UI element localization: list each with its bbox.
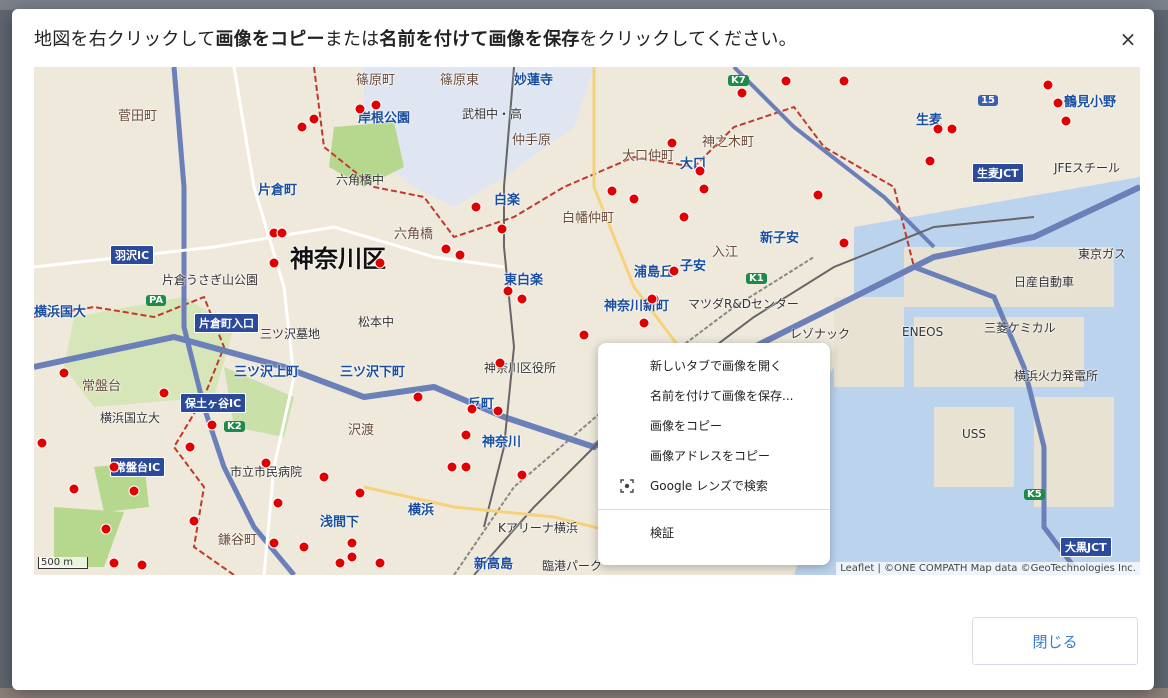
menu-item-label: 画像アドレスをコピー bbox=[650, 449, 771, 463]
context-menu: 新しいタブで画像を開く 名前を付けて画像を保存... 画像をコピー 画像アドレス… bbox=[598, 343, 830, 565]
map-label: Kアリーナ横浜 bbox=[498, 521, 578, 535]
district-label: 神奈川区 bbox=[290, 245, 386, 273]
map-label: 入江 bbox=[712, 245, 739, 260]
map-label: 日産自動車 bbox=[1014, 275, 1075, 289]
instruction-part: をクリックしてください。 bbox=[579, 29, 797, 50]
map-label: 新子安 bbox=[760, 231, 800, 246]
menu-separator bbox=[598, 509, 830, 510]
close-button[interactable]: 閉じる bbox=[972, 617, 1138, 665]
map-label: 六角橋中 bbox=[336, 173, 385, 187]
map-attribution[interactable]: Leaflet | ©ONE COMPATH Map data ©GeoTech… bbox=[836, 562, 1140, 575]
map-label: 常盤台 bbox=[82, 379, 122, 394]
map-label: 白幡仲町 bbox=[562, 211, 615, 226]
map-label: 三ツ沢墓地 bbox=[260, 327, 321, 341]
menu-item-label: 検証 bbox=[650, 526, 675, 540]
ic-badge: 羽沢IC bbox=[110, 245, 155, 265]
map-label: 横浜 bbox=[408, 503, 435, 518]
road-badge: 15 bbox=[978, 95, 998, 106]
map-label: 菅田町 bbox=[118, 109, 158, 124]
map-label: 妙蓮寺 bbox=[514, 73, 554, 88]
road-badge: K7 bbox=[728, 75, 749, 86]
map-label: 岸根公園 bbox=[358, 111, 411, 126]
menu-item-open-image-new-tab[interactable]: 新しいタブで画像を開く bbox=[598, 351, 830, 381]
map-label: マツダR&Dセンター bbox=[688, 297, 799, 311]
ic-badge: 片倉町入口 bbox=[194, 313, 259, 333]
map-label: 松本中 bbox=[358, 315, 395, 329]
map-label: 子安 bbox=[680, 259, 707, 274]
map-label: ENEOS bbox=[902, 325, 944, 339]
instruction-part: または bbox=[324, 29, 380, 50]
map-label: 横浜国大 bbox=[34, 305, 87, 320]
map-label: 鶴見小野 bbox=[1064, 95, 1117, 110]
menu-item-label: 新しいタブで画像を開く bbox=[650, 359, 783, 373]
map-label: 三ツ沢下町 bbox=[340, 365, 406, 380]
map-label: 臨港パーク bbox=[542, 559, 603, 573]
map-label: 片倉町 bbox=[258, 183, 298, 198]
menu-item-label: 画像をコピー bbox=[650, 419, 723, 433]
map-label: USS bbox=[962, 427, 987, 441]
map-label: 浦島丘 bbox=[634, 265, 674, 280]
instruction-part-bold: 名前を付けて画像を保存 bbox=[379, 29, 580, 50]
menu-item-label: Google レンズで検索 bbox=[650, 479, 768, 493]
lens-icon bbox=[620, 471, 634, 505]
map-label: 篠原町 bbox=[356, 73, 396, 88]
map-label: 生麦 bbox=[916, 113, 943, 128]
map-label: 新高島 bbox=[474, 557, 514, 572]
map-label: 沢渡 bbox=[348, 423, 375, 438]
instruction-part: 地図を右クリックして bbox=[34, 29, 216, 50]
map-label: 六角橋 bbox=[394, 227, 434, 242]
map-label: 東京ガス bbox=[1078, 247, 1127, 261]
instruction-part-bold: 画像をコピー bbox=[215, 29, 325, 50]
map-label: 武相中・高 bbox=[462, 107, 523, 121]
dialog-instruction: 地図を右クリックして画像をコピーまたは名前を付けて画像を保存をクリックしてくださ… bbox=[34, 25, 1084, 51]
map-label: 神奈川新町 bbox=[604, 299, 670, 314]
map-label: 大口 bbox=[680, 157, 707, 172]
map-label: 横浜国立大 bbox=[100, 411, 161, 425]
map-label: 横浜火力発電所 bbox=[1014, 369, 1099, 383]
ic-badge: 生麦JCT bbox=[972, 163, 1024, 183]
map-label: 片倉うさぎ山公園 bbox=[162, 273, 259, 287]
map-label: レゾナック bbox=[790, 327, 851, 341]
map-label: 三菱ケミカル bbox=[984, 321, 1056, 335]
map-label: 鎌谷町 bbox=[218, 533, 258, 548]
map-label: 神奈川 bbox=[482, 435, 522, 450]
menu-item-copy-image-address[interactable]: 画像アドレスをコピー bbox=[598, 441, 830, 471]
menu-item-copy-image[interactable]: 画像をコピー bbox=[598, 411, 830, 441]
menu-item-google-lens[interactable]: Google レンズで検索 bbox=[598, 471, 830, 501]
map-scale: 500 m bbox=[38, 557, 89, 569]
map-label: JFEスチール bbox=[1054, 161, 1121, 175]
ic-badge: 保土ヶ谷IC bbox=[180, 393, 247, 413]
map-image-dialog: 地図を右クリックして画像をコピーまたは名前を付けて画像を保存をクリックしてくださ… bbox=[12, 9, 1154, 690]
map-image[interactable]: 篠原町 篠原東 妙蓮寺 菅田町 岸根公園 武相中・高 仲手原 神之木町 大口仲町… bbox=[34, 67, 1140, 575]
map-label: 三ツ沢上町 bbox=[234, 365, 300, 380]
menu-item-label: 名前を付けて画像を保存... bbox=[650, 389, 794, 403]
map-label: 浅間下 bbox=[320, 515, 360, 530]
road-badge: K2 bbox=[224, 421, 245, 432]
map-label: 反町 bbox=[468, 397, 495, 412]
road-badge: K1 bbox=[746, 273, 767, 284]
ic-badge: 大黒JCT bbox=[1060, 537, 1112, 557]
menu-item-save-image-as[interactable]: 名前を付けて画像を保存... bbox=[598, 381, 830, 411]
map-label: 篠原東 bbox=[440, 73, 480, 88]
map-label: 白楽 bbox=[494, 193, 521, 208]
map-label: 大口仲町 bbox=[622, 149, 675, 164]
map-label: 東白楽 bbox=[504, 273, 544, 288]
map-label: 市立市民病院 bbox=[230, 465, 303, 479]
road-badge: K5 bbox=[1024, 489, 1045, 500]
map-label: 神之木町 bbox=[702, 135, 755, 150]
close-icon[interactable]: × bbox=[1116, 27, 1140, 51]
map-label: 仲手原 bbox=[512, 133, 552, 148]
map-label: 神奈川区役所 bbox=[484, 361, 557, 375]
road-badge: PA bbox=[146, 295, 167, 306]
menu-item-inspect[interactable]: 検証 bbox=[598, 518, 830, 548]
ic-badge: 常盤台IC bbox=[110, 457, 166, 477]
